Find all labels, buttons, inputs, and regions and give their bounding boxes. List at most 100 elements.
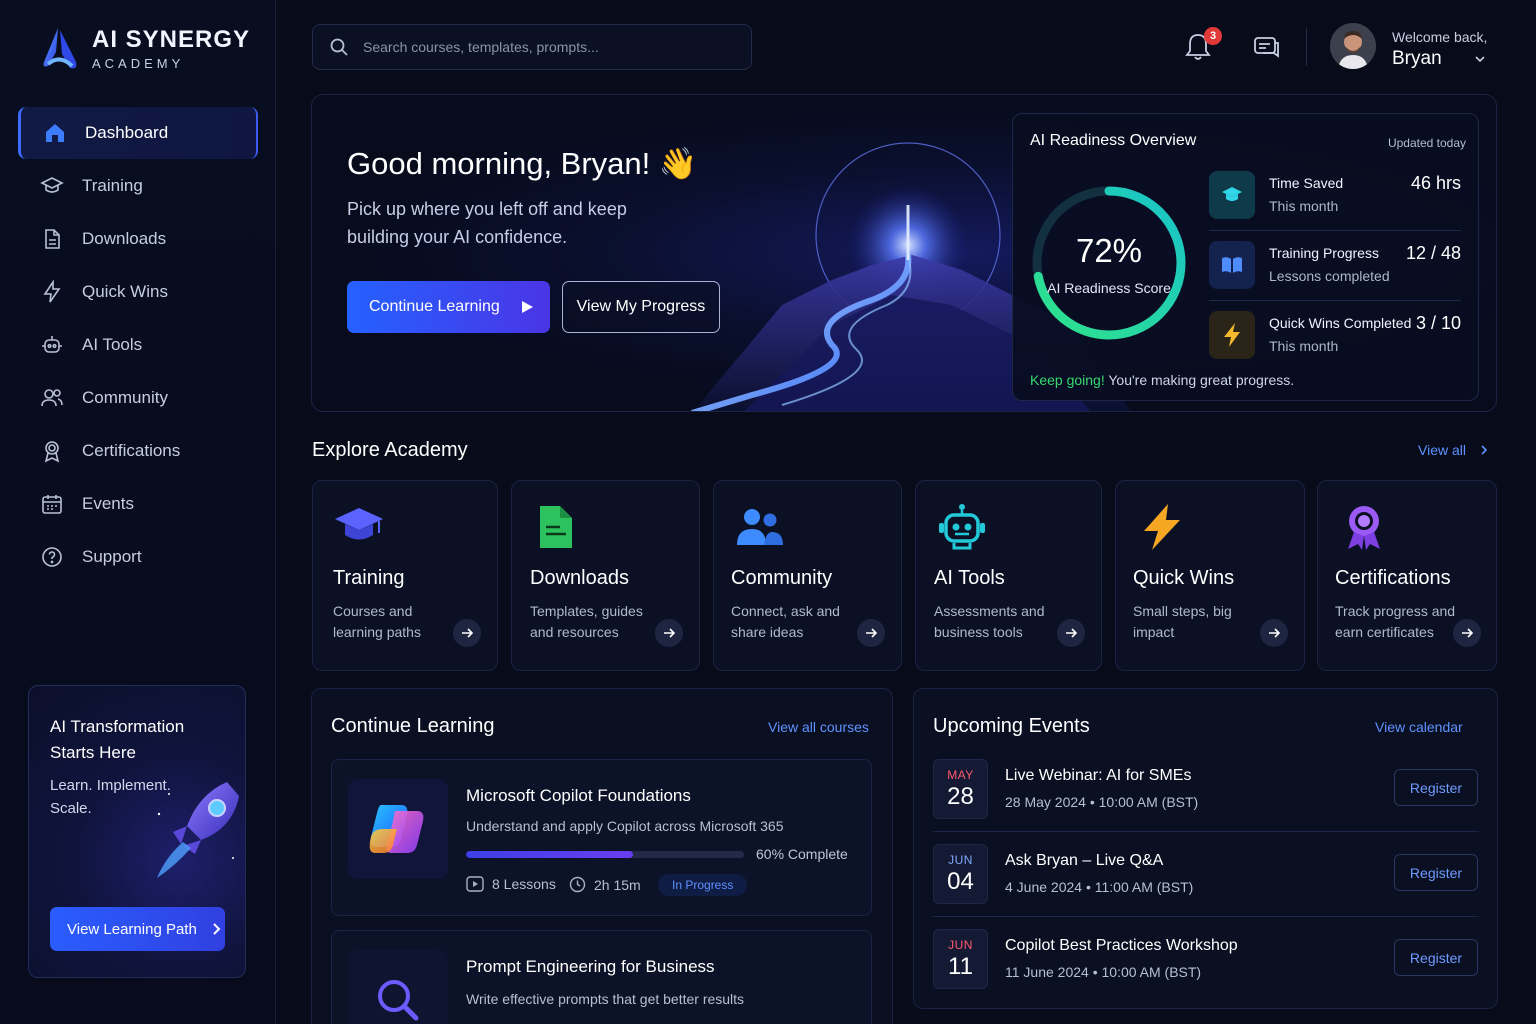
sidebar-item-ai-tools[interactable]: AI Tools bbox=[18, 319, 258, 371]
view-all-courses-link[interactable]: View all courses bbox=[768, 719, 869, 735]
sidebar-item-training[interactable]: Training bbox=[18, 160, 258, 212]
arrow-right-icon[interactable] bbox=[1260, 619, 1288, 647]
arrow-right-icon[interactable] bbox=[857, 619, 885, 647]
card-description: Templates, guides and resources bbox=[530, 603, 643, 640]
stat-label: Training Progress bbox=[1269, 245, 1379, 261]
sidebar-item-dashboard[interactable]: Dashboard bbox=[18, 107, 258, 159]
register-button[interactable]: Register bbox=[1394, 939, 1478, 976]
continue-learning-button[interactable]: Continue Learning bbox=[347, 281, 550, 333]
welcome-text: Welcome back, bbox=[1392, 29, 1488, 45]
sidebar-item-certifications[interactable]: Certifications bbox=[18, 425, 258, 477]
sidebar-item-label: Training bbox=[82, 176, 143, 195]
sidebar: AI SYNERGY ACADEMY Dashboard Training Do… bbox=[0, 0, 276, 1024]
play-icon bbox=[521, 301, 533, 313]
logo-icon bbox=[43, 28, 77, 69]
view-learning-path-button[interactable]: View Learning Path bbox=[50, 907, 225, 951]
sidebar-nav: Dashboard Training Downloads Quick Wins … bbox=[18, 107, 258, 584]
event-title: Ask Bryan – Live Q&A bbox=[1005, 852, 1164, 869]
stat-label: Quick Wins Completed bbox=[1269, 315, 1412, 331]
card-description: Courses and learning paths bbox=[333, 603, 421, 640]
sidebar-item-downloads[interactable]: Downloads bbox=[18, 213, 258, 265]
event-month: JUN bbox=[948, 938, 973, 952]
user-photo-icon bbox=[1330, 23, 1376, 69]
event-datetime: 4 June 2024 • 11:00 AM (BST) bbox=[1005, 879, 1194, 895]
brand-logo[interactable]: AI SYNERGY ACADEMY bbox=[36, 24, 250, 72]
chat-icon[interactable] bbox=[1253, 34, 1281, 62]
explore-card-training[interactable]: Training Courses and learning paths bbox=[312, 480, 498, 671]
search-bar[interactable]: Search courses, templates, prompts... bbox=[312, 24, 752, 70]
lightning-icon bbox=[1144, 504, 1180, 550]
explore-view-all-link[interactable]: View all bbox=[1418, 442, 1490, 458]
divider bbox=[933, 916, 1479, 917]
explore-card-ai-tools[interactable]: AI Tools Assessments and business tools bbox=[915, 480, 1102, 671]
view-calendar-link[interactable]: View calendar bbox=[1375, 719, 1463, 735]
explore-card-downloads[interactable]: Downloads Templates, guides and resource… bbox=[511, 480, 700, 671]
lightning-icon bbox=[40, 280, 64, 304]
explore-card-community[interactable]: Community Connect, ask and share ideas bbox=[713, 480, 902, 671]
clock-icon bbox=[569, 876, 586, 893]
sidebar-item-events[interactable]: Events bbox=[18, 478, 258, 530]
card-description: Track progress and earn certificates bbox=[1335, 603, 1456, 640]
ai-readiness-overview: AI Readiness Overview Updated today 72% … bbox=[1012, 113, 1479, 401]
brand-subtitle: ACADEMY bbox=[92, 55, 185, 71]
stat-sublabel: Lessons completed bbox=[1269, 268, 1390, 284]
stat-value: 3 / 10 bbox=[1415, 313, 1461, 333]
course-progress-bar bbox=[466, 851, 744, 858]
stat-label: Time Saved bbox=[1269, 175, 1344, 191]
readiness-score: 72% bbox=[1075, 232, 1143, 269]
card-title: Quick Wins bbox=[1133, 567, 1235, 589]
copilot-logo-icon bbox=[348, 779, 448, 879]
sidebar-item-support[interactable]: Support bbox=[18, 531, 258, 583]
course-card[interactable]: Microsoft Copilot Foundations Understand… bbox=[331, 759, 872, 916]
keep-going-rest: You're making great progress. bbox=[1104, 372, 1295, 388]
arrow-right-icon[interactable] bbox=[453, 619, 481, 647]
rocket-icon bbox=[157, 782, 239, 878]
events-title: Upcoming Events bbox=[933, 715, 1090, 737]
hero-banner: Good morning, Bryan! 👋 Pick up where you… bbox=[311, 94, 1497, 412]
event-title: Copilot Best Practices Workshop bbox=[1005, 937, 1238, 954]
robot-icon bbox=[939, 504, 985, 550]
course-title: Microsoft Copilot Foundations bbox=[466, 786, 691, 805]
user-name[interactable]: Bryan bbox=[1392, 48, 1442, 70]
status-badge: In Progress bbox=[658, 874, 748, 896]
sidebar-item-quick-wins[interactable]: Quick Wins bbox=[18, 266, 258, 318]
event-item: MAY 28 Live Webinar: AI for SMEs 28 May … bbox=[933, 759, 1479, 827]
view-my-progress-button[interactable]: View My Progress bbox=[562, 281, 720, 333]
register-button[interactable]: Register bbox=[1394, 769, 1478, 806]
arrow-right-icon[interactable] bbox=[655, 619, 683, 647]
card-description: Connect, ask and share ideas bbox=[731, 603, 840, 640]
users-icon bbox=[40, 386, 64, 410]
card-title: Community bbox=[731, 567, 833, 589]
search-input[interactable]: Search courses, templates, prompts... bbox=[363, 39, 599, 55]
event-day: 04 bbox=[947, 868, 974, 895]
sidebar-item-label: Support bbox=[82, 547, 142, 566]
button-label: Continue Learning bbox=[369, 298, 500, 315]
course-title: Prompt Engineering for Business bbox=[466, 957, 715, 976]
course-progress-text: 60% Complete bbox=[756, 846, 848, 862]
users-icon bbox=[737, 509, 783, 545]
sidebar-item-label: Certifications bbox=[82, 441, 181, 460]
event-date-badge: JUN 11 bbox=[933, 929, 988, 989]
event-item: JUN 04 Ask Bryan – Live Q&A 4 June 2024 … bbox=[933, 844, 1479, 912]
event-title: Live Webinar: AI for SMEs bbox=[1005, 767, 1192, 784]
chevron-down-icon[interactable] bbox=[1473, 52, 1487, 66]
upcoming-events-panel: Upcoming Events View calendar MAY 28 Liv… bbox=[913, 688, 1498, 1009]
course-card[interactable]: Prompt Engineering for Business Write ef… bbox=[331, 930, 872, 1024]
register-button[interactable]: Register bbox=[1394, 854, 1478, 891]
graduation-cap-icon bbox=[335, 508, 383, 540]
learning-path-promo: AI Transformation Starts Here Learn. Imp… bbox=[28, 685, 246, 978]
graduation-cap-icon bbox=[40, 174, 64, 198]
event-datetime: 11 June 2024 • 10:00 AM (BST) bbox=[1005, 964, 1202, 980]
avatar[interactable] bbox=[1330, 23, 1376, 69]
divider bbox=[933, 831, 1479, 832]
continue-learning-panel: Continue Learning View all courses Micro… bbox=[311, 688, 893, 1024]
sidebar-item-community[interactable]: Community bbox=[18, 372, 258, 424]
explore-card-certifications[interactable]: Certifications Track progress and earn c… bbox=[1317, 480, 1497, 671]
hero-subtitle: Pick up where you left off and keep buil… bbox=[347, 199, 627, 247]
arrow-right-icon[interactable] bbox=[1057, 619, 1085, 647]
explore-card-quick-wins[interactable]: Quick Wins Small steps, big impact bbox=[1115, 480, 1305, 671]
chevron-right-icon bbox=[213, 923, 221, 935]
card-title: Downloads bbox=[530, 567, 629, 589]
arrow-right-icon[interactable] bbox=[1453, 619, 1481, 647]
robot-icon bbox=[40, 333, 64, 357]
